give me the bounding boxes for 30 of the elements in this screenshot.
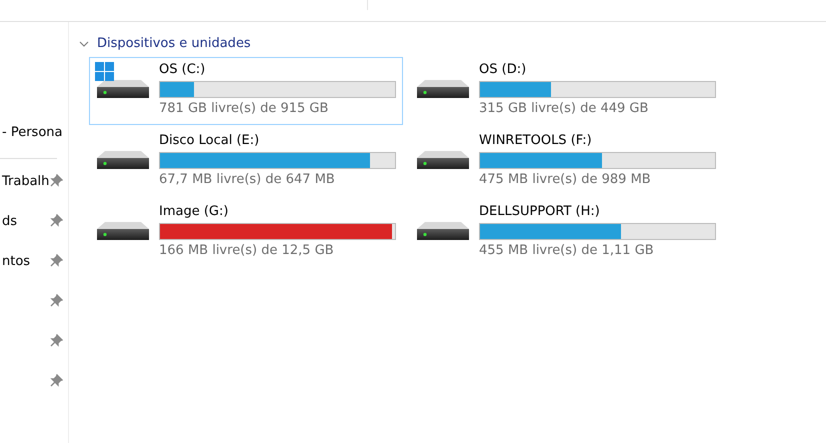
- free-space-text: 315 GB livre(s) de 449 GB: [479, 101, 650, 117]
- sidebar-item[interactable]: Trabalh: [2, 174, 50, 188]
- sidebar-item[interactable]: ntos: [2, 254, 30, 268]
- section-title: Dispositivos e unidades: [97, 36, 251, 51]
- drive-name: WINRETOOLS (F:): [479, 133, 593, 149]
- chevron-icon[interactable]: [79, 38, 89, 48]
- drive-name: OS (D:): [479, 62, 528, 78]
- drive-name: Image (G:): [159, 204, 230, 220]
- free-space-text: 67,7 MB livre(s) de 647 MB: [159, 172, 336, 188]
- drive-icon: [97, 222, 149, 240]
- drive-icon: [417, 151, 469, 169]
- drive-tile[interactable]: WINRETOOLS (F:) 475 MB livre(s) de 989 MB: [409, 128, 723, 196]
- drive-tile[interactable]: OS (C:) 781 GB livre(s) de 915 GB: [89, 57, 403, 125]
- free-space-text: 455 MB livre(s) de 1,11 GB: [479, 243, 655, 259]
- drive-tile[interactable]: Image (G:) 166 MB livre(s) de 12,5 GB: [89, 199, 403, 267]
- drive-icon: [417, 80, 469, 98]
- free-space-text: 781 GB livre(s) de 915 GB: [159, 101, 330, 117]
- drive-icon: [417, 222, 469, 240]
- drive-name: OS (C:): [159, 62, 206, 78]
- sidebar-item[interactable]: - Persona: [2, 124, 62, 140]
- drive-icon: [97, 151, 149, 169]
- drive-icon: [97, 80, 149, 98]
- drive-tile[interactable]: DELLSUPPORT (H:) 455 MB livre(s) de 1,11 GB: [409, 199, 723, 267]
- free-space-text: 475 MB livre(s) de 989 MB: [479, 172, 652, 188]
- drive-tile[interactable]: Disco Local (E:) 67,7 MB livre(s) de 647 MB: [89, 128, 403, 196]
- drive-name: Disco Local (E:): [159, 133, 260, 149]
- free-space-text: 166 MB livre(s) de 12,5 GB: [159, 243, 335, 259]
- drive-name: DELLSUPPORT (H:): [479, 204, 601, 220]
- drive-tile[interactable]: OS (D:) 315 GB livre(s) de 449 GB: [409, 57, 723, 125]
- sidebar-item[interactable]: ds: [2, 214, 18, 228]
